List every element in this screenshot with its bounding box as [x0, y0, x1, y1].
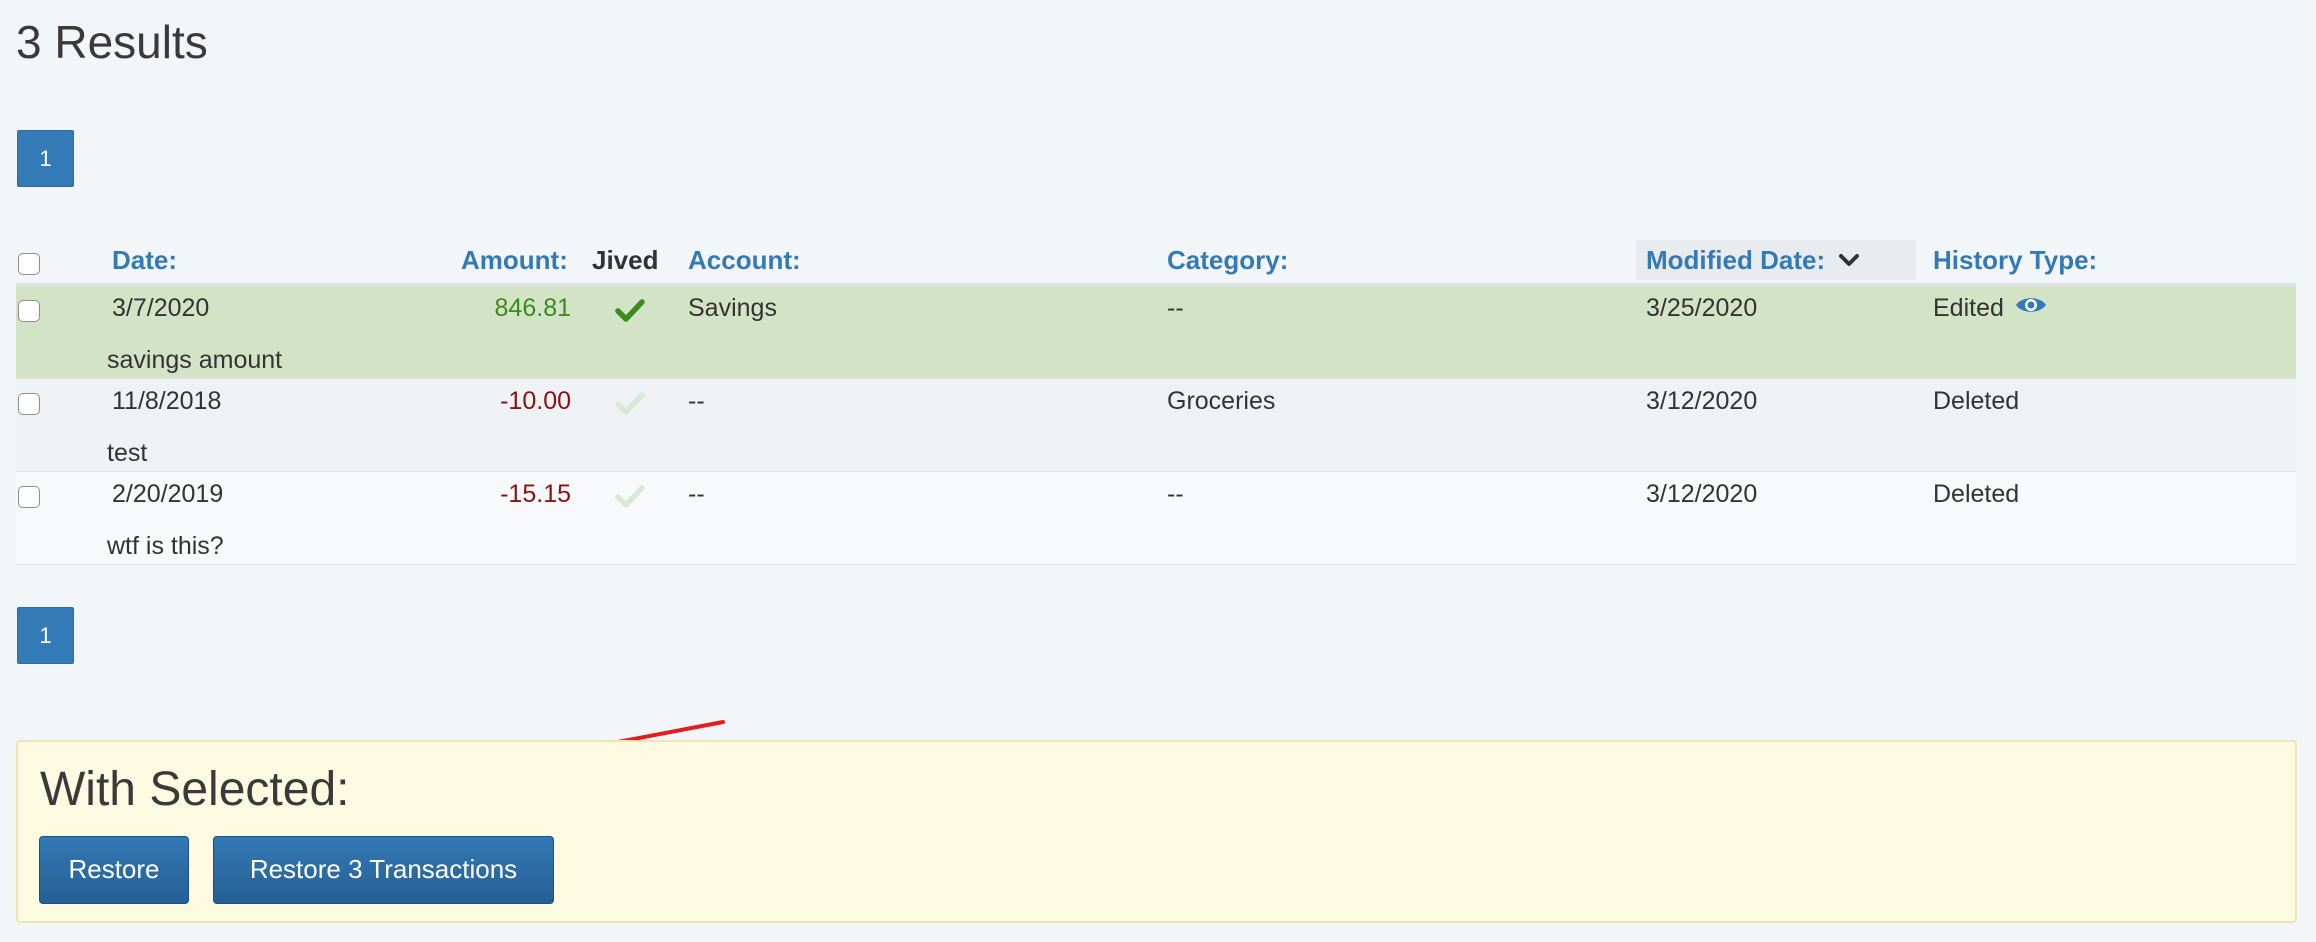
check-icon[interactable] [615, 482, 645, 512]
row-account: -- [688, 387, 705, 415]
row-modified-date: 3/12/2020 [1646, 387, 1758, 415]
chevron-down-icon [1839, 254, 1860, 266]
row-note: test [107, 439, 148, 467]
row-amount: -10.00 [500, 387, 571, 415]
row-note: savings amount [107, 346, 283, 374]
column-jived: Jived [592, 245, 659, 275]
row-history-type: Edited [1933, 290, 2047, 326]
row-amount: 846.81 [494, 294, 571, 322]
table-row[interactable]: 3/7/2020 846.81 Savings -- 3/25/2020 Edi… [16, 286, 2296, 379]
column-modified-date-label: Modified Date: [1646, 245, 1826, 275]
row-history-type: Deleted [1933, 387, 2020, 415]
column-account[interactable]: Account: [688, 240, 801, 280]
row-note: wtf is this? [107, 532, 224, 560]
row-history-type-label: Edited [1933, 294, 2004, 322]
row-amount: -15.15 [500, 480, 571, 508]
row-category: -- [1167, 480, 1184, 508]
row-date: 3/7/2020 [112, 294, 210, 322]
results-title: 3 Results [16, 16, 208, 68]
row-modified-date: 3/25/2020 [1646, 294, 1758, 322]
column-history-type[interactable]: History Type: [1933, 240, 2097, 280]
results-table: Date: Amount: Jived Account: Category: M… [16, 236, 2296, 565]
row-checkbox[interactable] [18, 486, 40, 508]
pagination-page-button[interactable]: 1 [17, 607, 74, 664]
restore-all-transactions-button[interactable]: Restore 3 Transactions [213, 836, 554, 904]
row-category: -- [1167, 294, 1184, 322]
pagination-page-button[interactable]: 1 [17, 130, 74, 187]
table-row[interactable]: 2/20/2019 -15.15 -- -- 3/12/2020 Deleted… [16, 472, 2296, 565]
table-row[interactable]: 11/8/2018 -10.00 -- Groceries 3/12/2020 … [16, 379, 2296, 472]
check-icon[interactable] [615, 296, 645, 326]
row-modified-date: 3/12/2020 [1646, 480, 1758, 508]
with-selected-title: With Selected: [40, 763, 350, 816]
row-account: -- [688, 480, 705, 508]
column-category[interactable]: Category: [1167, 240, 1288, 280]
row-date: 2/20/2019 [112, 480, 224, 508]
check-icon[interactable] [615, 389, 645, 419]
with-selected-panel: With Selected: Restore Restore 3 Transac… [16, 740, 2297, 923]
row-account: Savings [688, 294, 777, 322]
column-date[interactable]: Date: [112, 240, 177, 280]
table-header: Date: Amount: Jived Account: Category: M… [16, 236, 2296, 286]
column-modified-date[interactable]: Modified Date: [1636, 240, 1916, 280]
select-all-checkbox[interactable] [18, 253, 40, 275]
row-date: 11/8/2018 [112, 387, 222, 415]
row-checkbox[interactable] [18, 300, 40, 322]
row-checkbox[interactable] [18, 393, 40, 415]
row-history-type: Deleted [1933, 480, 2020, 508]
eye-icon[interactable] [2015, 294, 2047, 316]
restore-button[interactable]: Restore [39, 836, 189, 904]
row-category: Groceries [1167, 387, 1276, 415]
column-amount[interactable]: Amount: [461, 240, 568, 280]
